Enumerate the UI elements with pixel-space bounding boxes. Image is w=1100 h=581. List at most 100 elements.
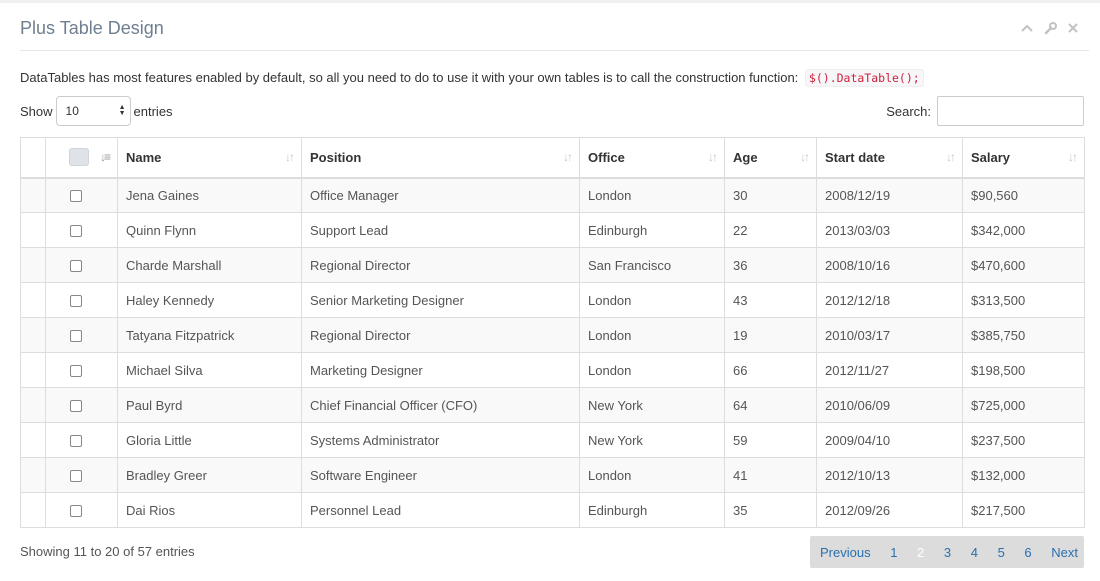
description-code: $().DataTable(); (804, 69, 924, 87)
row-select-cell (45, 177, 118, 213)
row-checkbox[interactable] (70, 365, 82, 378)
row-blank-cell (20, 177, 46, 213)
table-info: Showing 11 to 20 of 57 entries (20, 544, 195, 559)
table-row[interactable]: Michael Silva Marketing Designer London … (20, 352, 1085, 388)
cell-position: Marketing Designer (301, 352, 580, 388)
previous-page-button[interactable]: Previous (820, 545, 871, 560)
row-select-cell (45, 282, 118, 318)
cell-start-date: 2012/12/18 (816, 282, 963, 318)
table-row[interactable]: Gloria Little Systems Administrator New … (20, 422, 1085, 458)
cell-position: Senior Marketing Designer (301, 282, 580, 318)
table-row[interactable]: Paul Byrd Chief Financial Officer (CFO) … (20, 387, 1085, 423)
cell-position: Personnel Lead (301, 492, 580, 528)
row-checkbox[interactable] (70, 400, 82, 413)
cell-start-date: 2010/03/17 (816, 317, 963, 353)
row-blank-cell (20, 422, 46, 458)
cell-start-date: 2010/06/09 (816, 387, 963, 423)
length-select[interactable]: 10 ▲ ▼ (55, 96, 131, 126)
table-row[interactable]: Dai Rios Personnel Lead Edinburgh 35 201… (20, 492, 1085, 528)
cell-age: 19 (724, 317, 817, 353)
top-border (0, 0, 1100, 3)
close-button[interactable] (1066, 20, 1080, 36)
cell-age: 22 (724, 212, 817, 248)
cell-salary: $725,000 (962, 387, 1085, 423)
row-blank-cell (20, 282, 46, 318)
cell-age: 41 (724, 457, 817, 493)
cell-office: Edinburgh (579, 492, 725, 528)
sort-icon: ↓↑ (563, 150, 573, 164)
row-checkbox[interactable] (70, 470, 82, 483)
row-select-cell (45, 422, 118, 458)
page-button-1[interactable]: 1 (890, 545, 897, 560)
table-row[interactable]: Haley Kennedy Senior Marketing Designer … (20, 282, 1085, 318)
cell-start-date: 2012/11/27 (816, 352, 963, 388)
cell-name: Paul Byrd (117, 387, 302, 423)
table-row[interactable]: Bradley Greer Software Engineer London 4… (20, 457, 1085, 493)
search-input[interactable] (937, 96, 1084, 126)
page-button-2-current[interactable]: 2 (917, 545, 924, 560)
show-label: Show (20, 103, 53, 119)
cell-name: Charde Marshall (117, 247, 302, 283)
cell-name: Michael Silva (117, 352, 302, 388)
table-header-row: ↓≡ Name ↓↑ Position ↓↑ Office ↓↑ Age ↓↑ Star… (20, 137, 1085, 179)
column-header-name[interactable]: Name ↓↑ (117, 137, 302, 179)
row-select-cell (45, 212, 118, 248)
cell-name: Dai Rios (117, 492, 302, 528)
column-header-salary[interactable]: Salary ↓↑ (962, 137, 1085, 179)
cell-position: Chief Financial Officer (CFO) (301, 387, 580, 423)
sort-icon: ↓↑ (1068, 150, 1078, 164)
cell-office: London (579, 282, 725, 318)
length-value: 10 (65, 104, 79, 118)
row-checkbox[interactable] (70, 260, 82, 273)
select-all-checkbox[interactable] (69, 148, 89, 167)
cell-name: Haley Kennedy (117, 282, 302, 318)
row-blank-cell (20, 247, 46, 283)
table-row[interactable]: Charde Marshall Regional Director San Fr… (20, 247, 1085, 283)
wrench-icon (1044, 21, 1057, 34)
row-checkbox[interactable] (70, 505, 82, 518)
column-header-office[interactable]: Office ↓↑ (579, 137, 725, 179)
column-header-position[interactable]: Position ↓↑ (301, 137, 580, 179)
row-checkbox[interactable] (70, 190, 82, 203)
data-table: ↓≡ Name ↓↑ Position ↓↑ Office ↓↑ Age ↓↑ Star… (20, 137, 1085, 528)
cell-name: Tatyana Fitzpatrick (117, 317, 302, 353)
cell-office: Edinburgh (579, 212, 725, 248)
cell-age: 59 (724, 422, 817, 458)
page-button-4[interactable]: 4 (971, 545, 978, 560)
sort-icon: ↓↑ (285, 150, 295, 164)
column-header-start-date[interactable]: Start date ↓↑ (816, 137, 963, 179)
cell-position: Regional Director (301, 247, 580, 283)
panel-tools (1020, 20, 1080, 36)
title-divider (20, 50, 1089, 51)
close-icon (1068, 23, 1078, 33)
blank-header (20, 137, 46, 179)
row-select-cell (45, 317, 118, 353)
cell-office: San Francisco (579, 247, 725, 283)
select-all-header[interactable]: ↓≡ (45, 137, 118, 179)
row-checkbox[interactable] (70, 435, 82, 448)
select-arrows-icon: ▲ ▼ (118, 104, 126, 117)
table-row[interactable]: Tatyana Fitzpatrick Regional Director Lo… (20, 317, 1085, 353)
cell-salary: $198,500 (962, 352, 1085, 388)
cell-position: Systems Administrator (301, 422, 580, 458)
page-button-6[interactable]: 6 (1024, 545, 1031, 560)
row-checkbox[interactable] (70, 330, 82, 343)
row-select-cell (45, 457, 118, 493)
collapse-button[interactable] (1020, 20, 1034, 36)
cell-name: Jena Gaines (117, 177, 302, 213)
cell-age: 66 (724, 352, 817, 388)
page-button-5[interactable]: 5 (998, 545, 1005, 560)
row-checkbox[interactable] (70, 225, 82, 238)
row-select-cell (45, 352, 118, 388)
sort-ascending-icon: ↓≡ (99, 150, 111, 164)
next-page-button[interactable]: Next (1051, 545, 1078, 560)
cell-name: Quinn Flynn (117, 212, 302, 248)
row-blank-cell (20, 317, 46, 353)
table-row[interactable]: Quinn Flynn Support Lead Edinburgh 22 20… (20, 212, 1085, 248)
settings-button[interactable] (1043, 20, 1057, 36)
row-checkbox[interactable] (70, 295, 82, 308)
cell-salary: $342,000 (962, 212, 1085, 248)
column-header-age[interactable]: Age ↓↑ (724, 137, 817, 179)
table-row[interactable]: Jena Gaines Office Manager London 30 200… (20, 177, 1085, 213)
page-button-3[interactable]: 3 (944, 545, 951, 560)
